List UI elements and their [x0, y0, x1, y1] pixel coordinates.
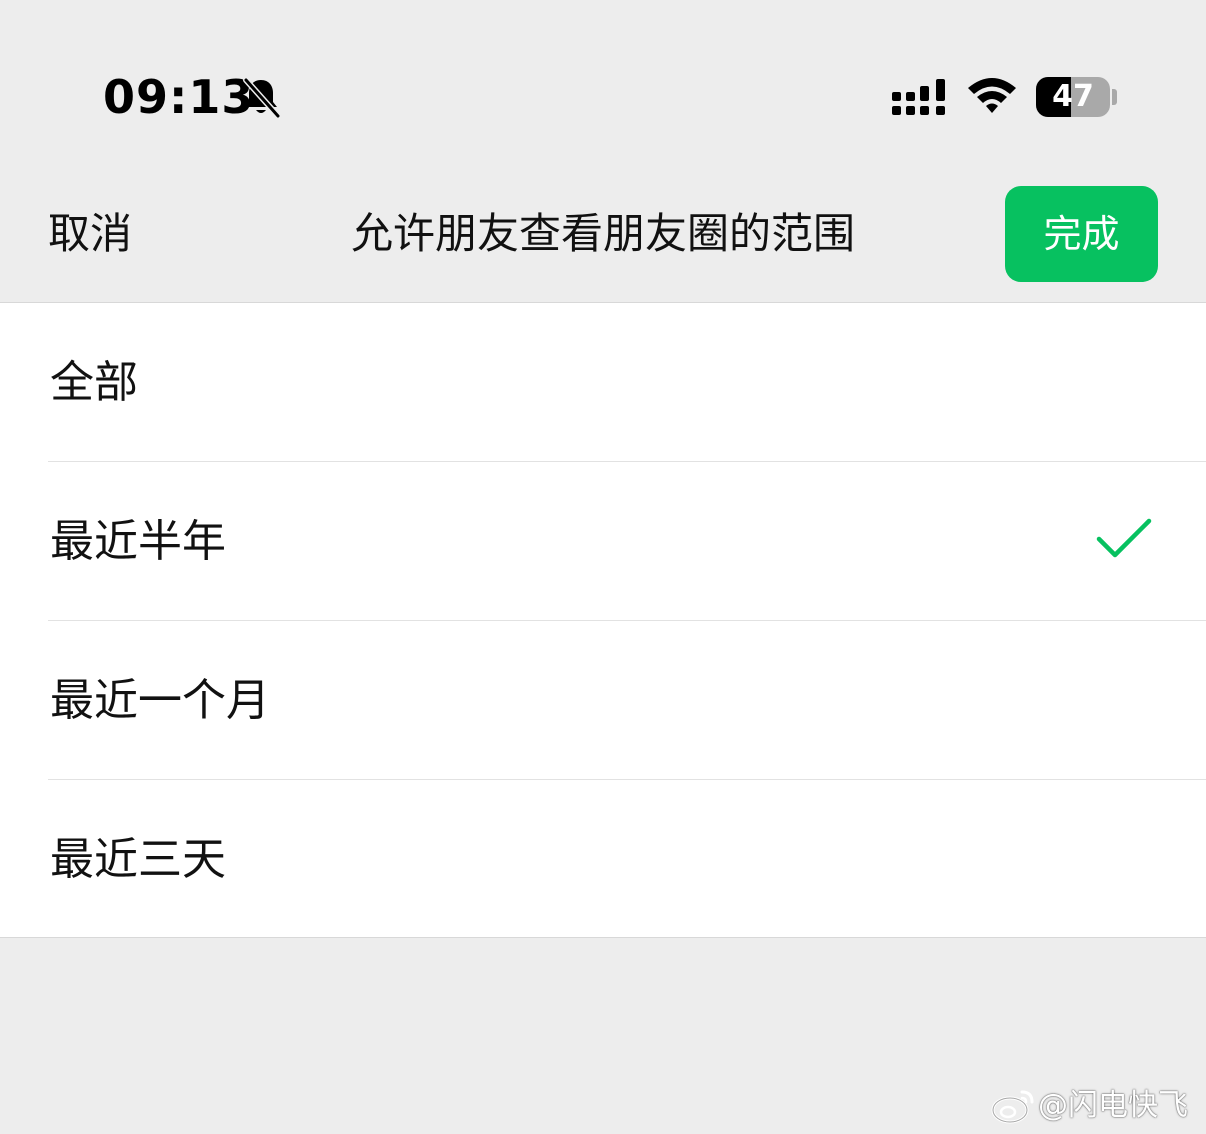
weibo-icon — [991, 1090, 1034, 1124]
option-label: 全部 — [50, 357, 138, 408]
battery-cap — [1112, 89, 1117, 105]
option-item-all[interactable]: 全部 — [0, 303, 1206, 462]
option-item-recent-half-year[interactable]: 最近半年 — [0, 462, 1206, 621]
wifi-icon — [968, 78, 1016, 113]
option-item-recent-three-days[interactable]: 最近三天 — [0, 780, 1206, 939]
watermark: @闪电快飞 — [990, 1084, 1200, 1128]
option-list: 全部 最近半年 最近一个月 最近三天 — [0, 302, 1206, 938]
check-icon — [1096, 518, 1152, 558]
battery-icon: 47 — [1036, 77, 1110, 117]
signal-icon — [892, 79, 945, 115]
option-label: 最近三天 — [50, 834, 226, 885]
nav-bar: 取消 允许朋友查看朋友圈的范围 完成 — [0, 170, 1206, 300]
bell-slash-icon — [243, 77, 281, 119]
page-title: 允许朋友查看朋友圈的范围 — [350, 209, 855, 258]
cancel-button[interactable]: 取消 — [48, 208, 132, 260]
option-label: 最近半年 — [50, 516, 226, 567]
done-button[interactable]: 完成 — [1005, 186, 1158, 282]
battery-level: 47 — [1052, 79, 1094, 114]
status-bar: 09:13 47 — [0, 0, 1206, 170]
option-item-recent-month[interactable]: 最近一个月 — [0, 621, 1206, 780]
option-label: 最近一个月 — [50, 675, 270, 726]
watermark-text: @闪电快飞 — [1038, 1088, 1188, 1123]
status-time: 09:13 — [103, 70, 255, 124]
